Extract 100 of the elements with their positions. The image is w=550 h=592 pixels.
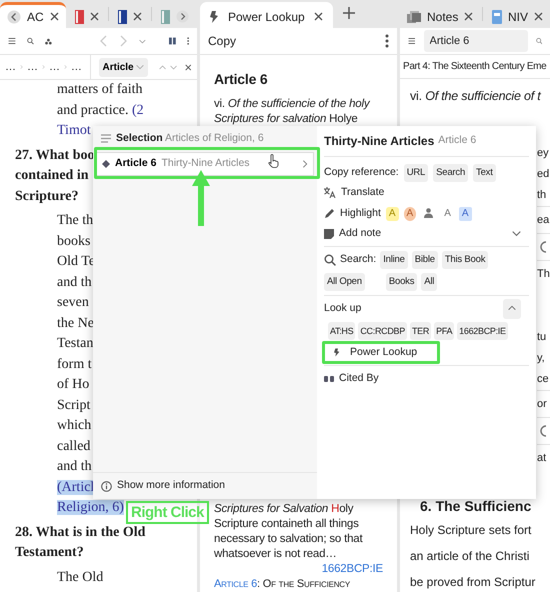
tab[interactable]: AC [0,2,66,28]
tab[interactable]: Notes [400,2,480,28]
text-line: an article of the Christi [410,549,530,563]
text-fragment: at [537,452,546,464]
hand-cursor-icon [268,154,279,168]
lookup-button[interactable]: CC:RCDBP [358,322,407,340]
text-fragment: tu [537,331,546,343]
text-fragment: or [537,398,547,410]
breadcrumb-item[interactable]: … [70,58,82,76]
breadcrumb-item[interactable]: … [48,58,60,76]
article-link[interactable]: Article 6 [214,578,258,590]
search-option-button[interactable]: All [421,273,438,291]
close-icon[interactable] [90,12,99,21]
text-line: Testament? [15,545,84,560]
text-line: The th [57,213,94,228]
info-icon [101,480,112,492]
power-lookup-item[interactable]: Power Lookup [350,344,418,360]
search-field[interactable]: Article 6 [424,30,528,52]
text-line: Scripture? [15,188,79,204]
chevron-icon [20,63,23,71]
text-line: vi. Of the sufficiencie of t [410,88,541,105]
lookup-button[interactable]: TER [410,322,432,340]
text-line: Testan [57,336,94,351]
add-note-item[interactable]: Add note [339,226,382,242]
text-line: Scriptures for Salvation Holy [214,503,354,515]
text-line: be proved from Scriptur [410,575,536,589]
text-line: vi. Of the sufficiencie of the holy [214,98,370,110]
text-line: seven [57,295,89,310]
back-icon[interactable] [7,10,21,24]
highlight-label: Highlight [340,206,381,221]
copy-option-button[interactable]: Text [473,164,496,182]
text-line: and th [57,274,92,290]
toolbar-label[interactable]: Copy [208,32,236,50]
dots-icon[interactable] [44,36,52,46]
text-line: necessary to salvation; so that [214,533,362,545]
breadcrumb-item[interactable]: … [26,58,38,76]
panel-subtitle: Article 6 [438,133,476,148]
text-fragment: ea [537,214,550,226]
close-icon[interactable] [314,12,323,21]
text-line: Scripture containeth all things [214,518,359,530]
close-icon[interactable] [464,12,474,21]
search-option-button[interactable]: Bible [412,251,438,269]
text-line: matters of faith [57,82,143,97]
search-option-button[interactable]: Inline [380,251,408,269]
copy-option-button[interactable]: URL [404,164,428,182]
book-icon [492,10,502,24]
text-fragment: ey [537,147,549,159]
heading: Article 6 [214,70,268,88]
text-line: contained in [15,168,89,183]
search-option-button[interactable]: Books [386,273,418,291]
up-arrow [191,170,211,226]
look-up-label: Look up [324,301,362,316]
close-icon[interactable] [132,12,142,21]
pencil-icon [324,208,335,219]
lookup-button[interactable]: AT:HS [328,322,356,340]
scroll-right-icon[interactable] [176,10,189,23]
close-icon[interactable] [534,12,543,21]
show-more-link[interactable]: Show more information [117,478,225,494]
search-label: Search: [340,252,376,268]
text-line: and practice. (2 [57,102,144,118]
columns-icon[interactable] [168,35,176,47]
highlight-style[interactable]: A [441,206,454,220]
annotation-label: Right Click [126,501,209,524]
source-link[interactable]: 1662BCP:IE [322,563,383,575]
copy-reference-label: Copy reference: [324,164,399,180]
close-icon[interactable] [50,12,59,21]
tab[interactable]: Power Lookup [200,2,333,28]
copy-option-button[interactable]: Search [433,164,468,182]
chevron-icon[interactable] [512,230,521,237]
text-line: Script [57,398,90,412]
chevron-icon [42,63,45,71]
search-option-button[interactable]: This Book [442,251,488,269]
text-line: form t [57,356,92,372]
person-icon[interactable] [424,208,434,218]
plus-icon[interactable] [342,6,355,19]
section-dropdown[interactable]: Article [98,58,148,76]
caret-icon [136,64,144,70]
text-fragment: ed [537,168,550,180]
menu-icon[interactable] [8,35,16,47]
panel-title: Thirty-Nine Articles [324,133,434,150]
breadcrumb-item[interactable]: … [5,58,16,76]
menu-icon[interactable] [408,35,416,47]
more-icon[interactable] [385,34,389,48]
notes-icon [407,10,421,22]
chevron-icon [302,160,308,168]
text-fragment: th [537,189,546,201]
breadcrumb[interactable]: Part 4: The Sixteenth Century Eme [403,59,546,74]
text-line: and th [57,459,92,474]
section-title: Article 6: Of the Sufficiency [214,577,350,591]
text-fragment: y, [537,352,545,364]
lookup-button[interactable]: 1662BCP:IE [457,322,508,340]
text-line: The Old [57,570,104,584]
translate-item[interactable]: Translate [341,184,384,200]
menu-item[interactable]: Article 6 Thirty-Nine Articles [96,152,314,176]
list-icon [101,134,111,144]
cited-by-item[interactable]: Cited By [339,370,379,386]
highlight-style[interactable]: A [458,206,472,220]
search-option-button[interactable]: All Open [324,273,365,291]
lookup-button[interactable]: PFA [434,322,454,340]
tab[interactable]: NIV [484,2,550,28]
